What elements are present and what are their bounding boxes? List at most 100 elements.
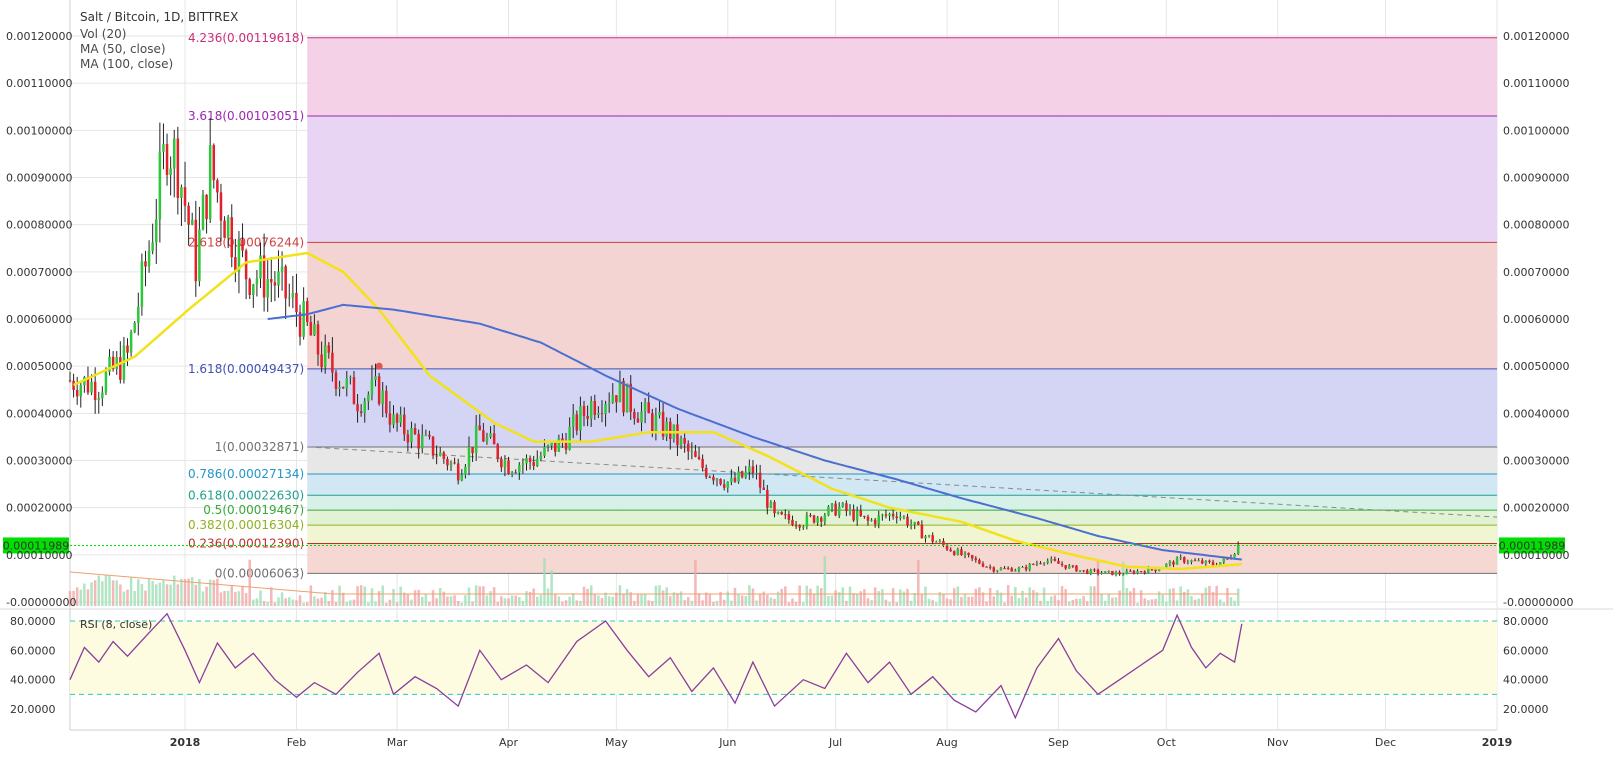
- volume-bar: [133, 591, 136, 606]
- volume-indicator-label[interactable]: Vol (20): [80, 27, 126, 41]
- volume-bar: [1125, 588, 1129, 606]
- candle-body: [1096, 570, 1100, 574]
- candle-body: [1082, 570, 1085, 572]
- candle-body: [676, 424, 679, 446]
- volume-bar: [1186, 589, 1190, 606]
- volume-bar: [1060, 586, 1064, 606]
- volume-bar: [956, 586, 960, 606]
- y-tick-label-right: 0.00010000: [1503, 549, 1569, 562]
- volume-bar: [97, 575, 101, 606]
- candle-body: [1111, 570, 1114, 576]
- volume-bar: [187, 578, 190, 606]
- candle-body: [604, 404, 607, 415]
- volume-bar: [550, 570, 553, 606]
- rsi-band-fill: [70, 621, 1497, 695]
- volume-bar: [1236, 588, 1240, 606]
- ma50-indicator-label[interactable]: MA (50, close): [80, 42, 166, 56]
- volume-bar: [309, 585, 313, 606]
- candle-body: [1114, 572, 1118, 576]
- rsi-title[interactable]: RSI (8, close): [80, 618, 152, 631]
- volume-bar: [349, 600, 352, 606]
- volume-bar: [503, 598, 507, 606]
- candle-body: [1186, 562, 1190, 564]
- candle-body: [812, 515, 816, 523]
- volume-bar: [489, 591, 492, 606]
- x-tick-label: Aug: [936, 736, 957, 749]
- volume-bar: [1175, 600, 1179, 606]
- volume-bar: [870, 600, 873, 606]
- candle-body: [884, 514, 888, 516]
- volume-bar: [895, 602, 898, 606]
- candle-body: [471, 446, 474, 454]
- volume-bar: [1172, 588, 1175, 606]
- x-tick-label: Dec: [1375, 736, 1396, 749]
- volume-bar: [809, 588, 812, 606]
- anchor-point-marker[interactable]: [375, 362, 383, 370]
- candle-body: [244, 250, 248, 280]
- candle-body: [766, 489, 769, 508]
- candle-body: [1197, 560, 1200, 562]
- candle-body: [309, 322, 313, 336]
- candle-body: [345, 378, 349, 389]
- volume-bar: [1050, 596, 1053, 606]
- volume-bar: [435, 598, 438, 606]
- candle-body: [194, 219, 198, 282]
- candle-body: [564, 441, 568, 450]
- candle-body: [600, 413, 604, 415]
- candle-body: [183, 187, 187, 206]
- candle-body: [1204, 560, 1208, 564]
- volume-bar: [769, 597, 773, 606]
- candle-body: [377, 376, 381, 404]
- candle-body: [273, 282, 277, 286]
- y-tick-label-right: -0.00000000: [1503, 596, 1573, 609]
- candle-body: [935, 541, 938, 543]
- volume-bar: [963, 594, 967, 606]
- fibonacci-extension[interactable]: 4.236(0.00119618) 3.618(0.00103051) 2.618(…: [188, 31, 1497, 581]
- y-tick-label-right: 0.00120000: [1503, 30, 1569, 43]
- rsi-tick-label-right: 60.0000: [1503, 644, 1549, 657]
- candle-body: [399, 414, 402, 423]
- fib-band: [307, 495, 1497, 511]
- volume-bar: [794, 601, 798, 606]
- candle-body: [460, 474, 464, 481]
- volume-bar: [859, 591, 863, 606]
- volume-bar: [996, 590, 999, 606]
- x-tick-label: May: [605, 736, 628, 749]
- volume-bar: [496, 601, 499, 606]
- candle-body: [1132, 571, 1136, 574]
- candle-body: [715, 478, 719, 481]
- volume-bar: [755, 600, 758, 606]
- candle-body: [1060, 563, 1064, 566]
- candle-body: [90, 381, 93, 393]
- candle-body: [827, 506, 830, 516]
- volume-bar: [988, 587, 992, 606]
- volume-bar: [651, 600, 654, 606]
- x-tick-label: 2018: [170, 736, 201, 749]
- volume-bar: [536, 596, 539, 606]
- volume-bar: [676, 593, 679, 606]
- volume-bar: [661, 590, 665, 606]
- candle-body: [1032, 563, 1035, 565]
- volume-bar: [367, 602, 370, 606]
- candle-body: [313, 324, 316, 336]
- candle-body: [208, 145, 212, 220]
- volume-bar: [395, 602, 399, 606]
- candle-body: [205, 194, 208, 220]
- volume-bar: [773, 598, 776, 606]
- volume-bar: [931, 600, 934, 606]
- candle-body: [1006, 568, 1010, 570]
- chart-title: Salt / Bitcoin, 1D, BITTREX: [80, 10, 238, 24]
- volume-bar: [1089, 586, 1093, 606]
- candle-body: [79, 385, 83, 397]
- candle-body: [158, 151, 162, 220]
- fib-level-label: 2.618(0.00076244): [188, 235, 304, 249]
- volume-bar: [1114, 597, 1118, 606]
- candle-body: [985, 566, 988, 568]
- ma100-indicator-label[interactable]: MA (100, close): [80, 57, 173, 71]
- volume-bar: [1064, 589, 1067, 606]
- candle-body: [568, 426, 571, 450]
- candle-body: [449, 462, 453, 466]
- candle-body: [363, 401, 367, 414]
- volume-bar: [345, 601, 349, 606]
- volume-bar: [115, 580, 118, 606]
